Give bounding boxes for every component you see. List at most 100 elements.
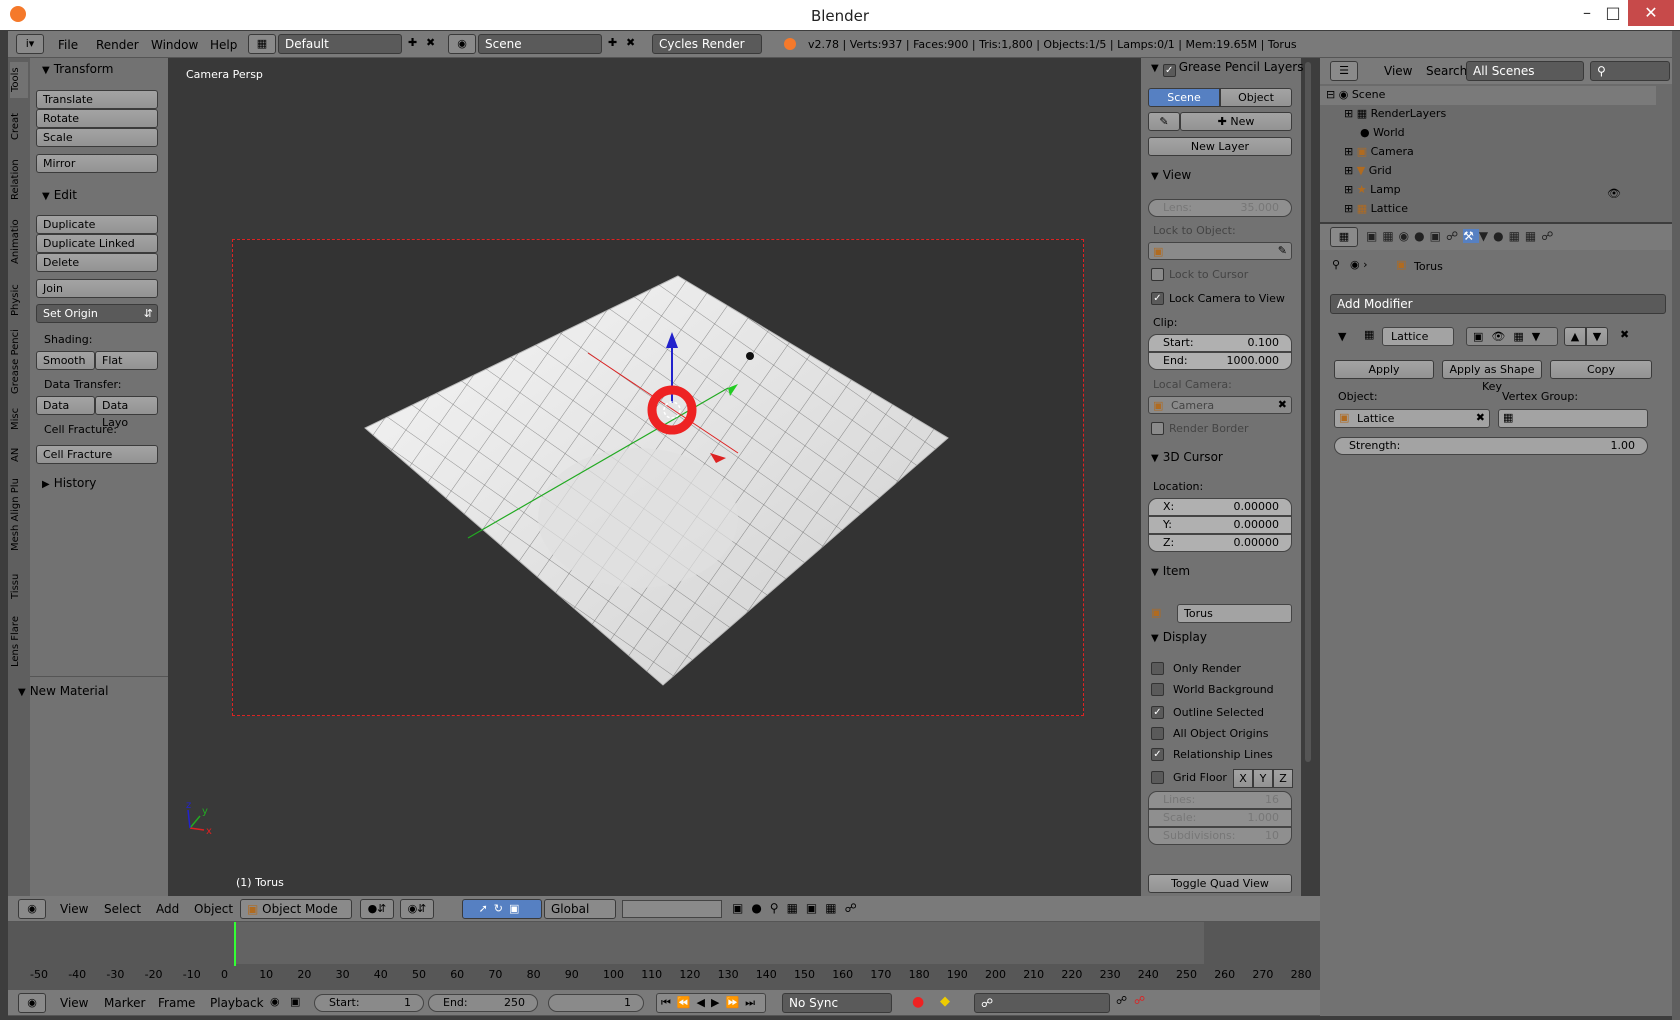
object-field[interactable]: ▣ Lattice ✖ [1334,409,1490,428]
manipulator-icons[interactable]: ➚↻▣ [462,899,542,919]
insert-key-icon[interactable]: ☍ [1116,994,1127,1007]
mode-select[interactable]: ▣ Object Mode [240,899,352,919]
menu-window[interactable]: Window [151,38,198,52]
layer-buttons[interactable] [622,900,722,918]
outliner-menu-search[interactable]: Search [1426,64,1467,78]
tab-create[interactable]: Creat [10,108,28,144]
render-border-checkbox[interactable] [1151,422,1164,435]
lens-field[interactable]: Lens: 35.000 [1148,199,1292,217]
3d-cursor-panel-header[interactable]: ▼ 3D Cursor [1151,450,1223,464]
local-camera-field[interactable]: ▣ Camera ✖ [1148,396,1292,414]
sync-select[interactable]: No Sync [782,993,892,1013]
item-panel-header[interactable]: ▼ Item [1151,564,1190,578]
clear-object-icon[interactable]: ✖ [1476,411,1485,424]
timeline-menu-marker[interactable]: Marker [104,996,145,1010]
grid-lines-field[interactable]: Lines: 16 [1148,791,1292,809]
editor-type-info-icon[interactable]: i▾ [16,34,44,54]
new-layer-button[interactable]: New Layer [1148,137,1292,156]
grease-pencil-checkbox[interactable]: ✓ [1162,64,1176,77]
tab-relations[interactable]: Relation [10,152,28,208]
tab-an[interactable]: AN [10,442,28,468]
3d-menu-view[interactable]: View [60,902,88,916]
outliner-menu-view[interactable]: View [1384,64,1412,78]
pivot-point-icon[interactable]: ◉⇵ [400,899,434,919]
lock-icon[interactable]: ▣ [290,995,300,1008]
tab-lens-flare[interactable]: Lens Flare [10,612,28,672]
context-tabs[interactable]: ▣▦◉●▣☍⚒▼●▦▦☍ [1366,229,1558,243]
menu-render[interactable]: Render [96,38,139,52]
translate-button[interactable]: Translate [36,90,158,109]
grid-axis-z-button[interactable]: Z [1273,769,1293,788]
tab-tissue[interactable]: Tissu [10,566,28,606]
add-scene-icon[interactable]: ✚ [608,36,617,49]
delete-key-icon[interactable]: ☍ [1134,994,1145,1007]
add-layout-icon[interactable]: ✚ [408,36,417,49]
mirror-button[interactable]: Mirror [36,154,158,173]
snap-and-render-icons[interactable]: ▣●⚲▦▣▦☍ [732,901,865,915]
tab-grease-pencil[interactable]: Grease Penci [10,328,28,396]
smooth-button[interactable]: Smooth [36,351,95,370]
3d-menu-object[interactable]: Object [194,902,233,916]
record-icon[interactable]: ● [912,994,924,1010]
remove-layout-icon[interactable]: ✖ [426,36,435,49]
timeline-menu-view[interactable]: View [60,996,88,1010]
outliner-row-world[interactable]: ● World [1320,124,1656,143]
strength-field[interactable]: Strength: 1.00 [1334,437,1648,455]
outliner-row-renderlayers[interactable]: ⊞ ▦ RenderLayers [1320,105,1656,124]
layout-select[interactable]: Default [278,34,402,54]
properties-editor-icon[interactable]: ▦ [1330,227,1358,247]
3d-menu-add[interactable]: Add [156,902,179,916]
close-window-icon[interactable]: ✕ [1628,0,1674,26]
current-frame-field[interactable]: 1 [548,994,644,1012]
keyframe-icon[interactable]: ◆ [940,994,950,1009]
visibility-eye-icon[interactable]: 👁 [1604,146,1624,216]
grease-pencil-header[interactable]: ▼ ✓ Grease Pencil Layers [1151,60,1303,77]
new-material-panel-header[interactable]: ▼ New Material [18,684,108,698]
render-engine-select[interactable]: Cycles Render [652,34,762,54]
cursor-x-field[interactable]: X: 0.00000 [1148,498,1292,516]
world-background-checkbox[interactable] [1151,683,1164,696]
data-layout-button[interactable]: Data Layo [95,396,158,429]
view-panel-header[interactable]: ▼ View [1151,168,1191,182]
scene-tab-button[interactable]: Scene [1148,88,1220,107]
copy-button[interactable]: Copy [1550,360,1652,379]
preview-range-icon[interactable]: ◉ [270,995,280,1008]
apply-button[interactable]: Apply [1334,360,1434,379]
set-origin-button[interactable]: Set Origin ⇵ [36,304,158,323]
duplicate-linked-button[interactable]: Duplicate Linked [36,234,158,253]
only-render-checkbox[interactable] [1151,662,1164,675]
cursor-z-field[interactable]: Z: 0.00000 [1148,534,1292,552]
item-name-field[interactable]: Torus [1177,604,1292,623]
grid-subdivisions-field[interactable]: Subdivisions: 10 [1148,827,1292,845]
tab-tools[interactable]: Tools [10,62,28,98]
lock-to-cursor-checkbox[interactable] [1151,268,1164,281]
outliner-search-field[interactable]: ⚲ [1590,61,1670,81]
tab-physics[interactable]: Physic [10,278,28,322]
timeline-menu-frame[interactable]: Frame [158,996,195,1010]
lock-camera-checkbox[interactable]: ✓ [1151,292,1164,305]
collapse-modifier-icon[interactable]: ▼ [1338,330,1346,343]
tab-mesh-align[interactable]: Mesh Align Plu [10,474,28,556]
edit-panel-header[interactable]: ▼ Edit [42,188,77,202]
tab-animation[interactable]: Animatio [10,214,28,270]
remove-scene-icon[interactable]: ✖ [626,36,635,49]
relationship-lines-checkbox[interactable]: ✓ [1151,748,1164,761]
delete-button[interactable]: Delete [36,253,158,272]
outline-selected-checkbox[interactable]: ✓ [1151,706,1164,719]
grid-axis-x-button[interactable]: X [1233,769,1253,788]
add-modifier-select[interactable]: Add Modifier [1330,294,1666,314]
pin-icon[interactable]: ⚲ [1332,258,1340,271]
transform-panel-header[interactable]: ▼ Transform [42,62,113,76]
outliner-editor-icon[interactable]: ☰ [1330,61,1358,81]
clear-icon[interactable]: ✖ [1278,398,1287,411]
timeline-editor-icon[interactable]: ◉ [18,993,46,1013]
duplicate-button[interactable]: Duplicate [36,215,158,234]
timeline-start-field[interactable]: Start: 1 [314,994,424,1012]
timeline-end-field[interactable]: End: 250 [428,994,538,1012]
grid-floor-checkbox[interactable] [1151,771,1164,784]
scene-icon[interactable]: ◉ [448,34,476,54]
clip-end-field[interactable]: End: 1000.000 [1148,352,1292,370]
eyedropper-icon[interactable]: ✎ [1278,244,1287,257]
scene-select[interactable]: Scene [478,34,602,54]
pencil-icon[interactable]: ✎ [1148,112,1180,131]
